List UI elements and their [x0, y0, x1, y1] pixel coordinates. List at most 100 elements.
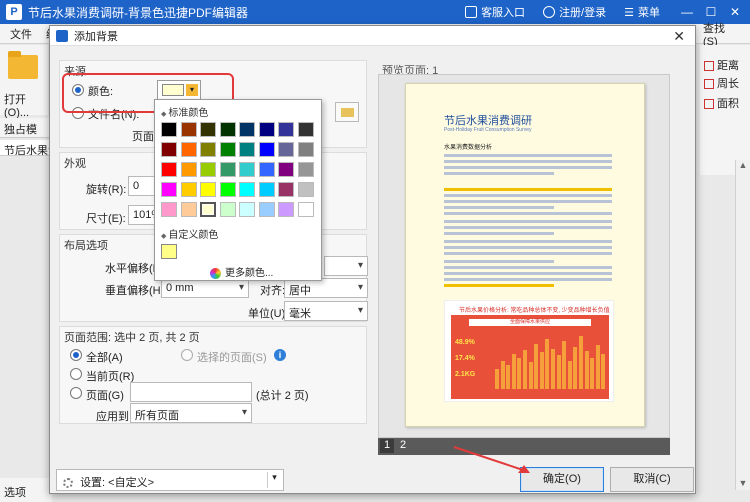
doc-chart-bar — [523, 349, 527, 389]
color-swatch[interactable] — [297, 182, 314, 197]
color-swatch[interactable] — [219, 162, 236, 177]
color-swatch[interactable] — [297, 162, 314, 177]
color-swatch[interactable] — [278, 162, 294, 177]
unit-select[interactable]: 毫米 — [284, 301, 368, 321]
color-swatch[interactable] — [258, 182, 275, 197]
apply-to-select[interactable]: 所有页面 — [130, 403, 252, 423]
color-swatch[interactable] — [258, 142, 275, 157]
area-tool[interactable]: 面积 — [704, 95, 739, 111]
color-swatch[interactable] — [200, 162, 216, 177]
v-offset-input[interactable]: 0 mm — [161, 278, 249, 298]
color-swatch[interactable] — [278, 142, 294, 157]
scroll-down-icon[interactable]: ▼ — [736, 478, 750, 488]
doc-text-line — [444, 194, 612, 197]
doc-text-line — [444, 166, 612, 169]
selected-pages-label: 选择的页面(S) — [197, 352, 267, 364]
color-swatch[interactable] — [180, 142, 197, 157]
annotation-arrow — [453, 446, 530, 473]
settings-label: 设置: <自定义> — [80, 477, 155, 489]
dialog-app-icon — [56, 29, 68, 42]
customer-service-button[interactable]: 客服入口 — [465, 4, 525, 20]
current-page-radio[interactable] — [70, 368, 82, 380]
scroll-up-icon[interactable]: ▲ — [736, 160, 750, 170]
customer-service-label: 客服入口 — [481, 7, 526, 19]
perimeter-label: 周长 — [717, 78, 739, 90]
color-swatch[interactable] — [200, 202, 216, 217]
color-swatch[interactable] — [161, 182, 177, 197]
login-label: 注册/登录 — [559, 7, 607, 19]
color-swatch[interactable] — [180, 202, 197, 217]
color-swatch[interactable] — [278, 182, 294, 197]
color-swatch[interactable] — [239, 202, 255, 217]
doc-text-line — [444, 220, 612, 223]
perimeter-icon — [704, 79, 714, 90]
document-tab[interactable]: 节后水果消 — [0, 140, 52, 156]
color-swatch[interactable] — [278, 202, 294, 217]
color-swatch[interactable] — [258, 122, 275, 137]
browse-button[interactable] — [335, 102, 359, 122]
dialog-close-button[interactable]: ✕ — [673, 28, 685, 45]
menu-find[interactable]: 查找(S) — [703, 20, 736, 48]
preview-page-2[interactable]: 2 — [400, 439, 406, 451]
align-select[interactable]: 居中 — [284, 278, 368, 298]
apply-to-label: 应用到: — [96, 411, 133, 423]
h-offset-input[interactable] — [324, 256, 368, 276]
custom-colors-title: 自定义颜色 — [161, 226, 218, 241]
folder-icon — [8, 51, 38, 79]
color-swatch[interactable] — [239, 142, 255, 157]
color-swatch[interactable] — [297, 202, 314, 217]
cancel-button[interactable]: 取消(C) — [610, 467, 694, 492]
color-swatch[interactable] — [258, 202, 275, 217]
color-swatch[interactable] — [219, 182, 236, 197]
color-swatch[interactable] — [200, 142, 216, 157]
menu-button[interactable]: ☰ 菜单 — [624, 4, 660, 20]
maximize-button[interactable]: ☐ — [702, 5, 720, 19]
pages-radio[interactable] — [70, 387, 82, 399]
color-swatch[interactable] — [258, 162, 275, 177]
ok-button[interactable]: 确定(O) — [520, 467, 604, 492]
doc-chart-panel: 全面保障水果供应 48.9% 17.4% 2.1KG — [451, 315, 609, 399]
info-icon[interactable]: i — [274, 349, 286, 361]
color-swatch[interactable] — [180, 162, 197, 177]
color-swatch[interactable] — [219, 122, 236, 137]
color-swatch[interactable] — [161, 202, 177, 217]
color-swatch[interactable] — [239, 182, 255, 197]
color-swatch[interactable] — [219, 142, 236, 157]
color-swatch[interactable] — [180, 122, 197, 137]
open-tool[interactable]: 打开(O)... — [0, 45, 48, 119]
options-label[interactable]: 选项 — [0, 478, 52, 502]
color-swatch[interactable] — [161, 142, 177, 157]
color-swatch[interactable] — [239, 122, 255, 137]
all-pages-radio[interactable] — [70, 349, 82, 361]
color-swatch[interactable] — [161, 162, 177, 177]
perimeter-tool[interactable]: 周长 — [704, 75, 739, 91]
color-swatch[interactable] — [239, 162, 255, 177]
window-close-button[interactable]: ✕ — [726, 5, 744, 19]
pages-input[interactable] — [130, 382, 252, 402]
color-swatch[interactable] — [297, 122, 314, 137]
exclusive-mode-tab[interactable]: 独占模 — [0, 118, 52, 138]
color-swatch[interactable] — [161, 122, 177, 137]
app-title: 节后水果消费调研-背景色迅捷PDF编辑器 — [28, 5, 248, 20]
color-swatch[interactable] — [219, 202, 236, 217]
settings-select[interactable]: 设置: <自定义> ▾ — [56, 469, 284, 491]
color-swatch[interactable] — [278, 122, 294, 137]
more-colors-button[interactable]: 更多颜色... — [210, 264, 273, 279]
color-swatch[interactable] — [200, 122, 216, 137]
color-swatch[interactable] — [297, 142, 314, 157]
doc-text-line — [444, 232, 554, 235]
color-swatch[interactable] — [180, 182, 197, 197]
minimize-button[interactable]: — — [678, 5, 696, 19]
custom-color-swatch[interactable] — [161, 244, 177, 259]
login-button[interactable]: 注册/登录 — [543, 4, 606, 20]
doc-text-line — [444, 212, 612, 215]
distance-tool[interactable]: 距离 — [704, 57, 739, 73]
measure-tools: 距离 周长 面积 — [700, 45, 750, 175]
hamburger-icon: ☰ — [624, 6, 634, 19]
preview-page-1[interactable]: 1 — [380, 439, 394, 453]
doc-text-line — [444, 278, 612, 281]
menu-file[interactable]: 文件 — [10, 26, 32, 42]
color-swatch[interactable] — [200, 182, 216, 197]
doc-text-line — [444, 154, 612, 157]
vertical-scrollbar[interactable]: ▲ ▼ — [735, 160, 750, 490]
